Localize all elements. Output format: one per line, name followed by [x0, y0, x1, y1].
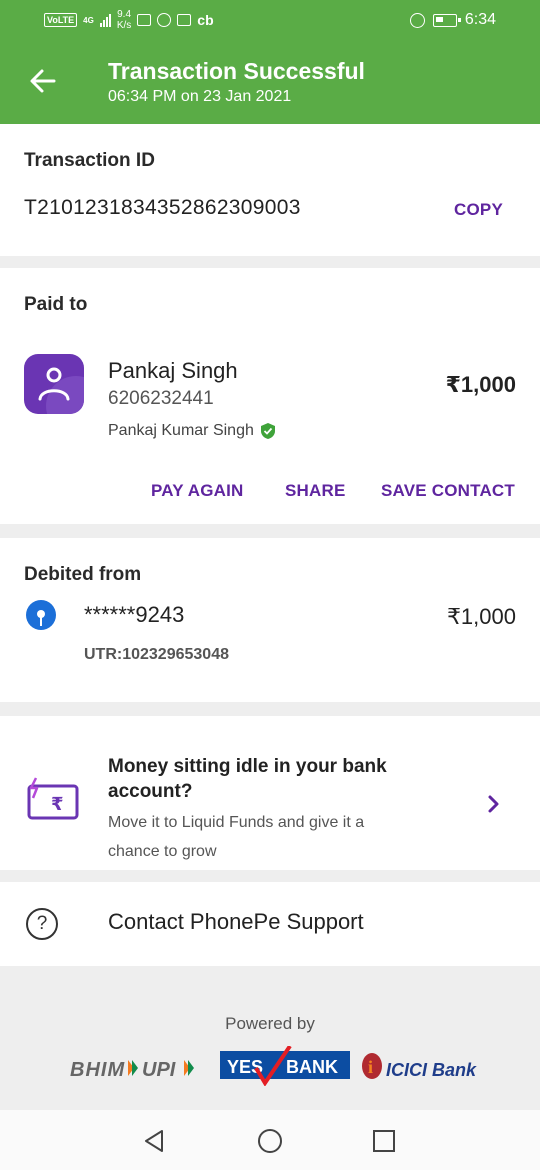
nav-home-icon[interactable] — [255, 1126, 285, 1156]
yes-bank-logo: YES BANK — [220, 1044, 350, 1087]
battery-icon — [432, 13, 461, 27]
contact-support-row[interactable]: ? Contact PhonePe Support — [0, 882, 540, 966]
status-left: VoLTE 4G 9.4 K/s cb — [44, 8, 214, 32]
speed-value: 9.4 — [117, 9, 132, 20]
chat-icon — [157, 13, 172, 27]
save-contact-button[interactable]: SAVE CONTACT — [381, 481, 515, 501]
money-card-icon: ₹ — [27, 777, 79, 820]
paid-to-card: Paid to Pankaj Singh 6206232441 Pankaj K… — [0, 268, 540, 524]
paid-amount: ₹1,000 — [445, 372, 516, 397]
debited-amount: ₹1,000 — [446, 604, 516, 629]
alarm-icon — [409, 12, 425, 28]
avatar — [24, 354, 84, 414]
bank-logo-icon — [26, 600, 56, 630]
share-button[interactable]: SHARE — [285, 481, 346, 501]
copy-button[interactable]: COPY — [454, 200, 503, 220]
payee-name: Pankaj Singh — [108, 358, 238, 383]
speed-unit: K/s — [116, 20, 132, 31]
pay-again-button[interactable]: PAY AGAIN — [151, 481, 244, 501]
transaction-datetime: 06:34 PM on 23 Jan 2021 — [108, 88, 292, 105]
debited-from-card: Debited from ******9243 ₹1,000 UTR:10232… — [0, 538, 540, 702]
help-icon: ? — [26, 908, 58, 940]
chevron-right-icon[interactable] — [486, 792, 502, 816]
status-bar: VoLTE 4G 9.4 K/s cb 6:34 — [0, 0, 540, 40]
bhim-upi-logo: BHIM UPI — [70, 1059, 194, 1081]
volte-badge: VoLTE — [44, 13, 78, 27]
svg-text:i: i — [368, 1057, 373, 1077]
liquid-funds-promo[interactable]: ₹ Money sitting idle in your bank accoun… — [0, 716, 540, 870]
status-right: 6:34 — [409, 8, 496, 32]
verified-name: Pankaj Kumar Singh — [108, 422, 254, 439]
network-speed: 9.4 K/s — [117, 9, 131, 31]
back-arrow-icon[interactable] — [28, 66, 58, 96]
network-type: 4G — [83, 15, 94, 25]
utr-number: UTR:102329653048 — [84, 646, 229, 663]
transaction-id-value: T2101231834352862309003 — [24, 196, 301, 219]
nav-back-icon[interactable] — [140, 1126, 170, 1156]
app-icon — [177, 14, 192, 26]
page-title: Transaction Successful — [108, 58, 365, 84]
verified-shield-icon — [260, 423, 275, 439]
verified-name-row: Pankaj Kumar Singh — [108, 422, 276, 440]
svg-text:₹: ₹ — [51, 794, 64, 815]
debited-from-label: Debited from — [24, 564, 142, 585]
transaction-id-label: Transaction ID — [24, 150, 155, 171]
bhim-text: BHIM — [70, 1059, 125, 1081]
icici-bank-logo: i ICICI Bank — [362, 1053, 477, 1080]
paid-to-label: Paid to — [24, 294, 88, 315]
signal-icon — [99, 13, 111, 27]
bank-text: BANK — [286, 1057, 338, 1077]
account-number: ******9243 — [84, 602, 185, 627]
system-nav-bar — [0, 1110, 540, 1170]
payee-phone: 6206232441 — [108, 388, 214, 409]
carrier-icon: cb — [197, 12, 214, 28]
partner-logos: BHIM UPI YES BANK i ICICI Bank — [0, 1044, 540, 1087]
powered-by-label: Powered by — [225, 1014, 315, 1033]
transaction-id-card: Transaction ID T2101231834352862309003 C… — [0, 124, 540, 256]
nav-recents-icon[interactable] — [369, 1126, 399, 1156]
promo-body: Move it to Liquid Funds and give it a ch… — [108, 814, 365, 860]
icici-text: ICICI Bank — [386, 1060, 477, 1080]
upi-text: UPI — [142, 1059, 176, 1081]
promo-title: Money sitting idle in your bank account? — [108, 756, 387, 802]
contact-support-label: Contact PhonePe Support — [108, 909, 364, 934]
app-header: Transaction Successful 06:34 PM on 23 Ja… — [0, 40, 540, 124]
message-icon — [137, 14, 152, 26]
person-icon — [38, 367, 84, 414]
clock: 6:34 — [464, 11, 496, 28]
partner-logos-svg: BHIM UPI YES BANK i ICICI Bank — [70, 1044, 477, 1087]
